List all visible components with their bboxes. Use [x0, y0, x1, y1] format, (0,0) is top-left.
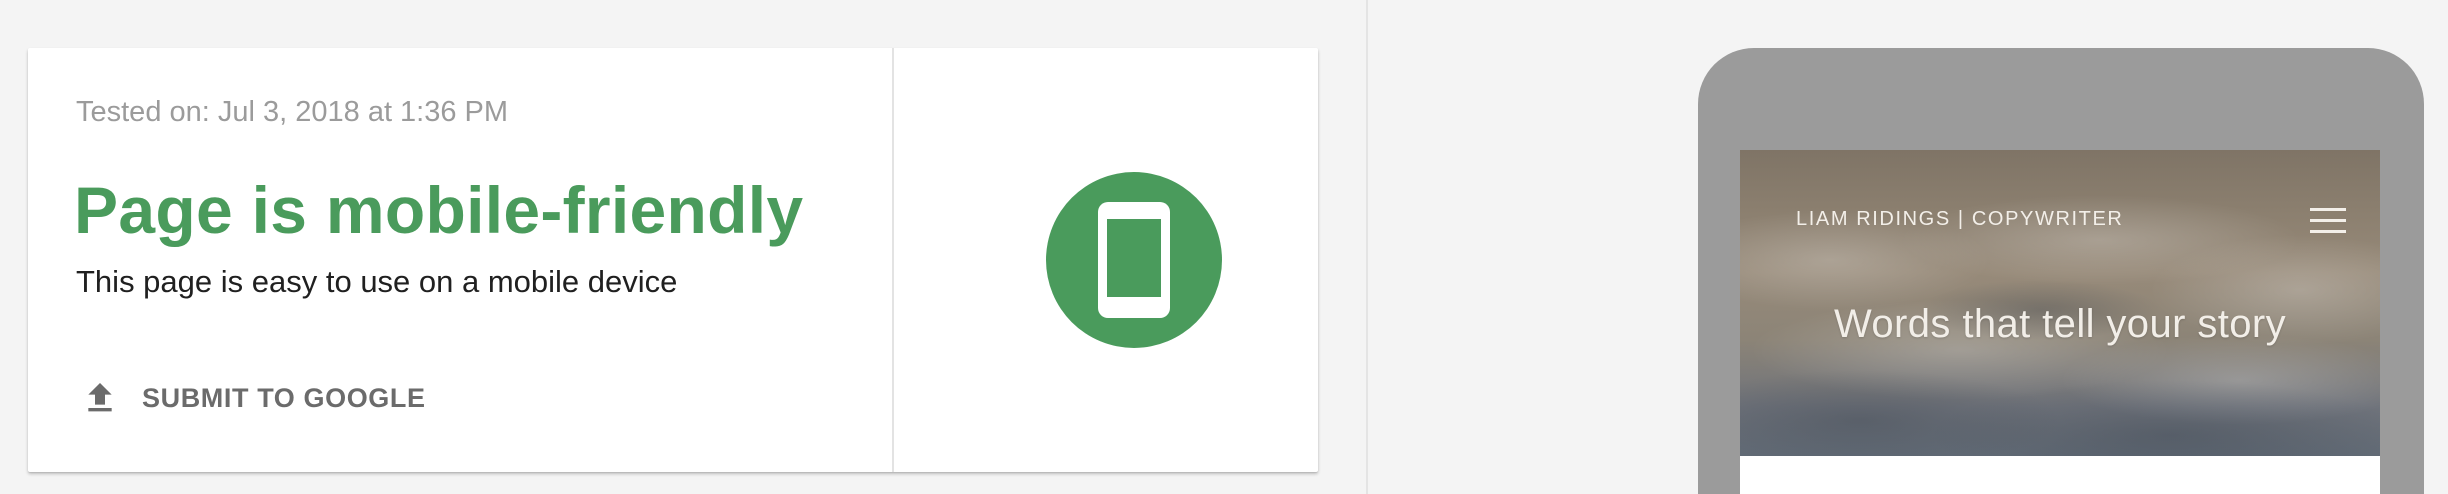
mobile-friendly-badge — [1046, 172, 1222, 348]
preview-tagline: Words that tell your story — [1833, 302, 2287, 346]
mobile-friendly-test-page: Tested on: Jul 3, 2018 at 1:36 PM Page i… — [0, 0, 2448, 494]
hamburger-menu-icon[interactable] — [2310, 206, 2348, 236]
submit-to-google-button[interactable]: SUBMIT TO GOOGLE — [72, 370, 434, 426]
page-preview-screen: LIAM RIDINGS | COPYWRITER Words that tel… — [1740, 150, 2380, 494]
submit-to-google-label: SUBMIT TO GOOGLE — [142, 382, 426, 413]
preview-site-title: LIAM RIDINGS | COPYWRITER — [1796, 208, 2124, 230]
result-verdict-heading: Page is mobile-friendly — [74, 173, 804, 247]
pane-separator — [1366, 0, 1368, 494]
tested-on-timestamp: Tested on: Jul 3, 2018 at 1:36 PM — [76, 96, 509, 128]
preview-hero-banner: LIAM RIDINGS | COPYWRITER Words that tel… — [1740, 150, 2380, 456]
result-summary: Tested on: Jul 3, 2018 at 1:36 PM Page i… — [28, 48, 892, 472]
result-card: Tested on: Jul 3, 2018 at 1:36 PM Page i… — [28, 48, 1318, 472]
mobile-phone-icon — [1098, 202, 1170, 318]
result-description: This page is easy to use on a mobile dev… — [76, 264, 678, 299]
upload-icon — [88, 383, 112, 412]
status-icon-panel — [894, 48, 1318, 472]
